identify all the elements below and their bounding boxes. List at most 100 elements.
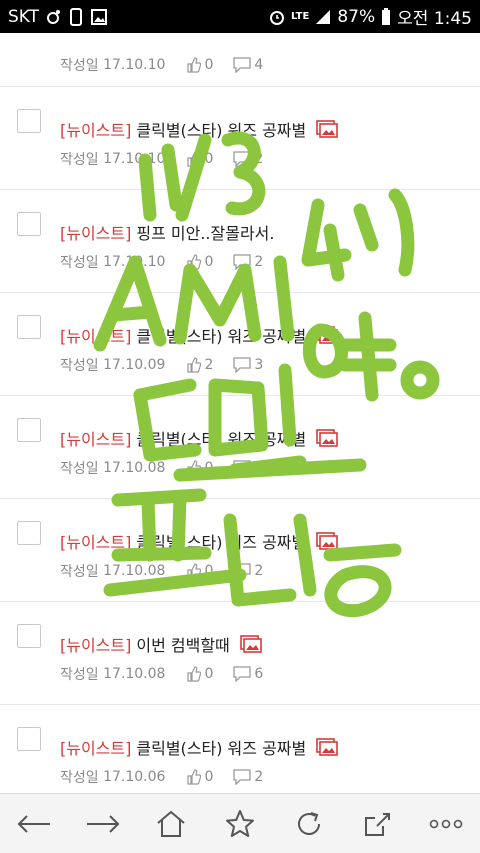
- refresh-button[interactable]: [287, 802, 331, 846]
- post-date: 17.10.08: [103, 563, 166, 579]
- list-item[interactable]: 작성일 17.10.10 0 4: [0, 33, 480, 87]
- post-meta: 작성일 17.10.08 0 2: [60, 561, 263, 581]
- image-attached-icon: [316, 532, 339, 550]
- post-meta: 작성일 17.10.06 0 2: [60, 767, 263, 787]
- post-title[interactable]: [뉴이스트] 클릭별(스타) 워즈 공짜별: [60, 323, 339, 347]
- comments: 2: [233, 769, 263, 785]
- comments-count: 2: [254, 254, 264, 270]
- comment-icon: [233, 57, 252, 73]
- select-checkbox[interactable]: [17, 315, 41, 339]
- list-item[interactable]: [뉴이스트] 핑프 미안..잘몰라서. 작성일 17.10.10 0 2: [0, 190, 480, 293]
- comment-icon: [233, 254, 252, 270]
- likes-count: 0: [204, 254, 214, 270]
- post-title[interactable]: [뉴이스트] 클릭별(스타) 워즈 공짜별: [60, 529, 339, 553]
- post-tag: [뉴이스트]: [60, 224, 132, 243]
- post-date: 17.10.10: [103, 151, 166, 167]
- thumbs-up-icon: [187, 357, 202, 373]
- select-checkbox[interactable]: [17, 418, 41, 442]
- comment-icon: [233, 563, 252, 579]
- bookmark-button[interactable]: [218, 802, 262, 846]
- date-label: 작성일: [60, 770, 99, 786]
- date-label: 작성일: [60, 255, 99, 271]
- list-item[interactable]: [뉴이스트] 클릭별(스타) 워즈 공짜별 작성일 17.10.09 2 3: [0, 293, 480, 396]
- likes: 0: [187, 151, 213, 167]
- select-checkbox[interactable]: [17, 624, 41, 648]
- thumbs-up-icon: [187, 563, 202, 579]
- post-title-text: 클릭별(스타) 워즈 공짜별: [136, 430, 307, 449]
- thumbs-up-icon: [187, 666, 202, 682]
- post-title-text: 클릭별(스타) 워즈 공짜별: [136, 739, 307, 758]
- post-title[interactable]: [뉴이스트] 핑프 미안..잘몰라서.: [60, 220, 274, 244]
- forward-button[interactable]: [81, 802, 125, 846]
- more-icon: [429, 819, 462, 828]
- comments: 3: [233, 357, 263, 373]
- post-meta: 작성일 17.10.10 0 2: [60, 252, 263, 272]
- select-checkbox[interactable]: [17, 109, 41, 133]
- clock: 오전 1:45: [397, 9, 472, 29]
- likes: 0: [187, 769, 213, 785]
- likes-count: 0: [204, 666, 214, 682]
- forward-icon: [86, 814, 120, 833]
- date-label: 작성일: [60, 152, 99, 168]
- comments: 2: [233, 563, 263, 579]
- home-button[interactable]: [149, 802, 193, 846]
- select-checkbox[interactable]: [17, 727, 41, 751]
- signal-icon: [315, 9, 331, 25]
- list-item[interactable]: [뉴이스트] 클릭별(스타) 워즈 공짜별 작성일 17.10.10 0 2: [0, 87, 480, 190]
- comments-count: 6: [254, 666, 264, 682]
- list-item[interactable]: [뉴이스트] 클릭별(스타) 워즈 공짜별 작성일 17.10.08 0 3: [0, 396, 480, 499]
- post-tag: [뉴이스트]: [60, 430, 132, 449]
- comment-icon: [233, 769, 252, 785]
- post-title[interactable]: [뉴이스트] 클릭별(스타) 워즈 공짜별: [60, 426, 339, 450]
- post-date: 17.10.08: [103, 460, 166, 476]
- comments: 3: [233, 460, 263, 476]
- date-label: 작성일: [60, 461, 99, 477]
- image-attached-icon: [239, 635, 262, 653]
- post-date: 17.10.09: [103, 357, 166, 373]
- comments-count: 2: [254, 151, 264, 167]
- likes-count: 0: [204, 563, 214, 579]
- date-label: 작성일: [60, 564, 99, 580]
- comments: 4: [233, 57, 263, 73]
- likes-count: 0: [204, 460, 214, 476]
- comment-icon: [233, 151, 252, 167]
- post-title-text: 클릭별(스타) 워즈 공짜별: [136, 533, 307, 552]
- post-title[interactable]: [뉴이스트] 클릭별(스타) 워즈 공짜별: [60, 735, 339, 759]
- post-meta: 작성일 17.10.10 0 2: [60, 149, 263, 169]
- post-date: 17.10.08: [103, 666, 166, 682]
- carrier-label: SKT: [8, 6, 40, 27]
- more-button[interactable]: [424, 802, 468, 846]
- list-item[interactable]: [뉴이스트] 클릭별(스타) 워즈 공짜별 작성일 17.10.06 0 2: [0, 705, 480, 793]
- list-item[interactable]: [뉴이스트] 이번 컴백할때 작성일 17.10.08 0 6: [0, 602, 480, 705]
- gallery-icon: [91, 8, 108, 25]
- post-title-text: 클릭별(스타) 워즈 공짜별: [136, 121, 307, 140]
- post-meta: 작성일 17.10.10 0 4: [60, 55, 263, 75]
- post-title[interactable]: [뉴이스트] 클릭별(스타) 워즈 공짜별: [60, 117, 339, 141]
- post-date: 17.10.06: [103, 769, 166, 785]
- post-meta: 작성일 17.10.08 0 3: [60, 458, 263, 478]
- share-button[interactable]: [355, 802, 399, 846]
- date-label: 작성일: [60, 667, 99, 683]
- likes: 0: [187, 57, 213, 73]
- likes: 0: [187, 666, 213, 682]
- comments-count: 4: [254, 57, 264, 73]
- notification-dot-icon: [47, 9, 61, 25]
- list-item[interactable]: [뉴이스트] 클릭별(스타) 워즈 공짜별 작성일 17.10.08 0 2: [0, 499, 480, 602]
- thumbs-up-icon: [187, 769, 202, 785]
- battery-icon: [381, 7, 391, 26]
- image-attached-icon: [316, 738, 339, 756]
- refresh-icon: [297, 811, 320, 835]
- image-attached-icon: [316, 326, 339, 344]
- post-title[interactable]: [뉴이스트] 이번 컴백할때: [60, 632, 262, 656]
- likes: 0: [187, 563, 213, 579]
- select-checkbox[interactable]: [17, 212, 41, 236]
- post-meta: 작성일 17.10.09 2 3: [60, 355, 263, 375]
- battery-percent: 87%: [337, 6, 376, 27]
- post-tag: [뉴이스트]: [60, 739, 132, 758]
- back-button[interactable]: [12, 802, 56, 846]
- post-date: 17.10.10: [103, 57, 166, 73]
- thumbs-up-icon: [187, 460, 202, 476]
- image-attached-icon: [316, 120, 339, 138]
- network-type: LTE: [290, 10, 310, 22]
- select-checkbox[interactable]: [17, 521, 41, 545]
